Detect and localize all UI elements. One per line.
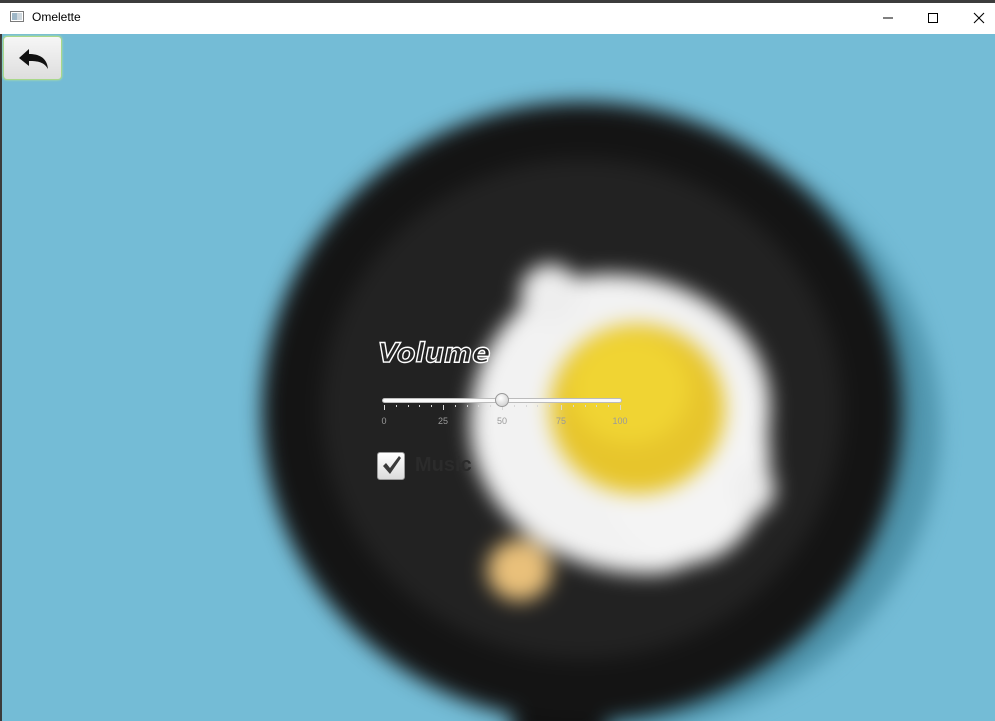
title-bar: Omelette bbox=[0, 0, 995, 34]
slider-tick bbox=[466, 405, 468, 407]
slider-tick bbox=[584, 405, 586, 407]
slider-tick bbox=[596, 405, 598, 407]
slider-tick bbox=[620, 405, 621, 410]
slider-tick bbox=[561, 405, 562, 410]
slider-tick bbox=[443, 405, 444, 410]
slider-tick bbox=[537, 405, 539, 407]
slider-tick bbox=[454, 405, 456, 407]
maximize-icon bbox=[928, 13, 938, 23]
settings-screen bbox=[0, 34, 995, 721]
slider-tick-label: 75 bbox=[555, 416, 567, 426]
slider-tick-label: 100 bbox=[612, 416, 628, 426]
slider-tick bbox=[525, 405, 527, 407]
slider-tick-label: 50 bbox=[496, 416, 508, 426]
checkmark-icon bbox=[383, 456, 401, 474]
slider-tick bbox=[572, 405, 574, 407]
back-button[interactable] bbox=[3, 36, 62, 80]
slider-tick-label: 0 bbox=[381, 416, 387, 426]
slider-tick-label: 25 bbox=[437, 416, 449, 426]
slider-tick bbox=[431, 405, 433, 407]
app-icon bbox=[10, 11, 24, 22]
minimize-button[interactable] bbox=[865, 3, 911, 33]
slider-tick bbox=[549, 405, 551, 407]
music-checkbox[interactable] bbox=[377, 452, 405, 480]
window-left-edge bbox=[0, 34, 2, 721]
close-button[interactable] bbox=[956, 3, 995, 33]
maximize-button[interactable] bbox=[910, 3, 956, 33]
slider-tick bbox=[608, 405, 610, 407]
back-arrow-icon bbox=[19, 49, 48, 69]
slider-thumb[interactable] bbox=[495, 393, 509, 407]
slider-tick bbox=[478, 405, 480, 407]
slider-tick bbox=[384, 405, 385, 410]
volume-slider[interactable]: 0 25 50 75 100 bbox=[380, 392, 628, 426]
close-icon bbox=[973, 12, 985, 24]
slider-tick bbox=[513, 405, 515, 407]
slider-tick bbox=[490, 405, 492, 407]
slider-tick bbox=[395, 405, 397, 407]
slider-tick bbox=[407, 405, 409, 407]
slider-tick bbox=[419, 405, 421, 407]
minimize-icon bbox=[883, 17, 893, 19]
music-label[interactable]: Music bbox=[415, 454, 472, 477]
window-title: Omelette bbox=[32, 10, 81, 24]
volume-label: Volume bbox=[377, 337, 491, 369]
frying-pan-egg-background bbox=[0, 34, 995, 721]
